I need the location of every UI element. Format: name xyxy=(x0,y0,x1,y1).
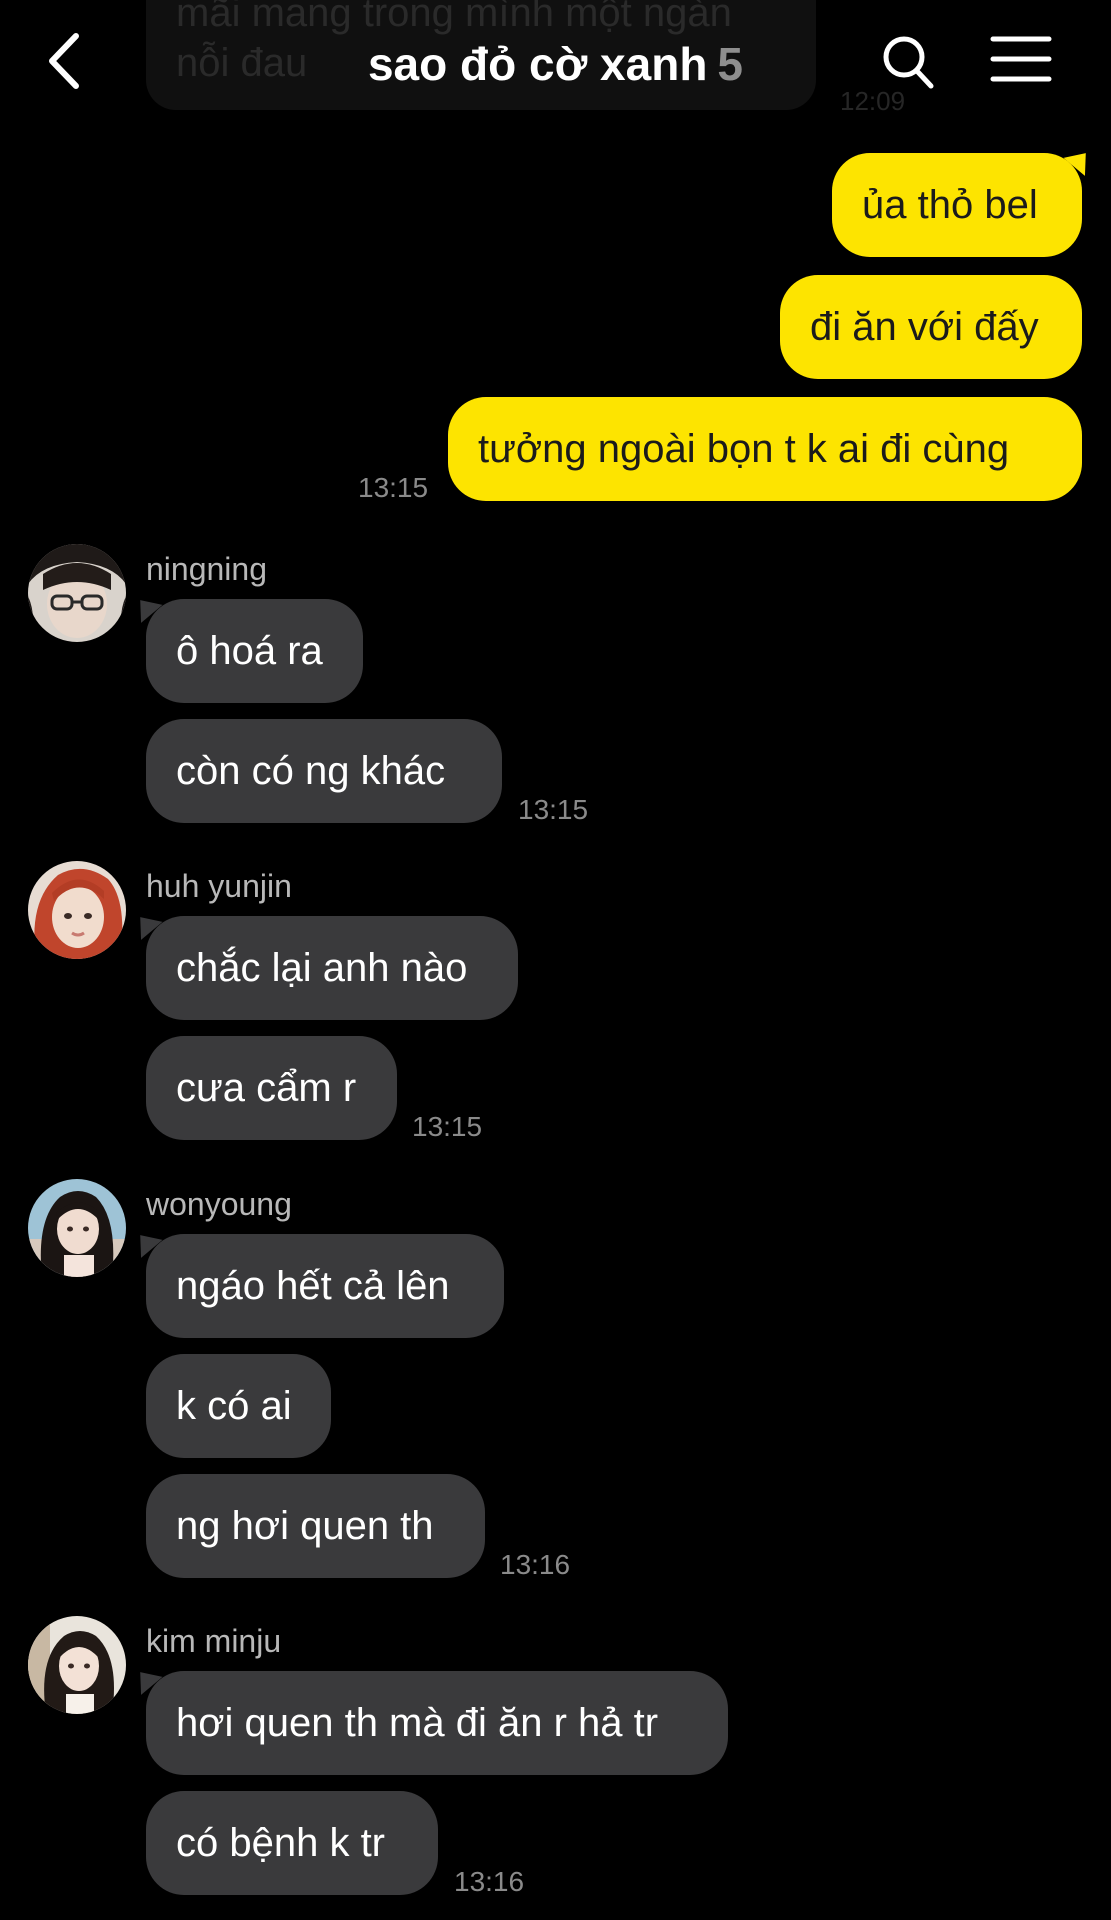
avatar-image xyxy=(28,1616,126,1714)
chevron-left-icon xyxy=(49,33,79,89)
message-timestamp: 13:15 xyxy=(412,1111,483,1142)
message-text: ngáo hết cả lên xyxy=(176,1264,450,1308)
avatar-image xyxy=(28,861,126,959)
member-count: 5 xyxy=(717,38,744,90)
their-message-bubble[interactable]: hơi quen th mà đi ăn r hả tr xyxy=(146,1671,728,1775)
message-text: tưởng ngoài bọn t k ai đi cùng xyxy=(478,427,1010,471)
message-text: cưa cẩm r xyxy=(176,1066,357,1110)
message-text: ô hoá ra xyxy=(176,629,323,673)
search-button[interactable] xyxy=(880,32,936,92)
avatar[interactable] xyxy=(28,1616,126,1714)
my-message-bubble[interactable]: tưởng ngoài bọn t k ai đi cùng xyxy=(448,397,1082,501)
sender-name: wonyoung xyxy=(146,1186,292,1222)
message-text: ủa thỏ bel xyxy=(862,183,1038,227)
message-text: chắc lại anh nào xyxy=(176,946,468,990)
my-message-bubble[interactable]: ủa thỏ bel xyxy=(832,153,1082,257)
message-text: ng hơi quen th xyxy=(176,1504,434,1548)
chat-title[interactable]: sao đỏ cờ xanh xyxy=(368,38,707,90)
search-icon xyxy=(883,36,934,89)
chat-header: mãi mang trong mình một ngàn nỗi đau 12:… xyxy=(0,0,1111,125)
avatar-image xyxy=(28,544,126,642)
menu-button[interactable] xyxy=(990,34,1052,84)
message-text: k có ai xyxy=(176,1384,292,1428)
sender-name: ningning xyxy=(146,551,267,587)
their-message-bubble[interactable]: k có ai xyxy=(146,1354,331,1458)
message-text: có bệnh k tr xyxy=(176,1821,386,1865)
back-button[interactable] xyxy=(38,26,98,96)
their-message-bubble[interactable]: có bệnh k tr xyxy=(146,1791,438,1895)
message-text: đi ăn với đấy xyxy=(810,305,1039,349)
message-text: còn có ng khác xyxy=(176,749,446,793)
their-message-bubble[interactable]: cưa cẩm r xyxy=(146,1036,397,1140)
message-timestamp: 13:16 xyxy=(454,1866,525,1897)
their-message-bubble[interactable]: chắc lại anh nào xyxy=(146,916,518,1020)
message-timestamp: 13:15 xyxy=(518,794,589,825)
avatar[interactable] xyxy=(28,1179,126,1277)
hamburger-menu-icon xyxy=(990,36,1052,82)
message-timestamp: 13:15 xyxy=(358,472,429,503)
avatar-image xyxy=(28,1179,126,1277)
sender-name: huh yunjin xyxy=(146,868,292,904)
avatar[interactable] xyxy=(28,861,126,959)
message-timestamp: 13:16 xyxy=(500,1549,571,1580)
my-message-bubble[interactable]: đi ăn với đấy xyxy=(780,275,1082,379)
avatar[interactable] xyxy=(28,544,126,642)
their-message-bubble[interactable]: còn có ng khác xyxy=(146,719,502,823)
their-message-bubble[interactable]: ng hơi quen th xyxy=(146,1474,485,1578)
their-message-bubble[interactable]: ô hoá ra xyxy=(146,599,363,703)
their-message-bubble[interactable]: ngáo hết cả lên xyxy=(146,1234,504,1338)
sender-name: kim minju xyxy=(146,1623,282,1659)
message-text: hơi quen th mà đi ăn r hả tr xyxy=(176,1701,659,1745)
